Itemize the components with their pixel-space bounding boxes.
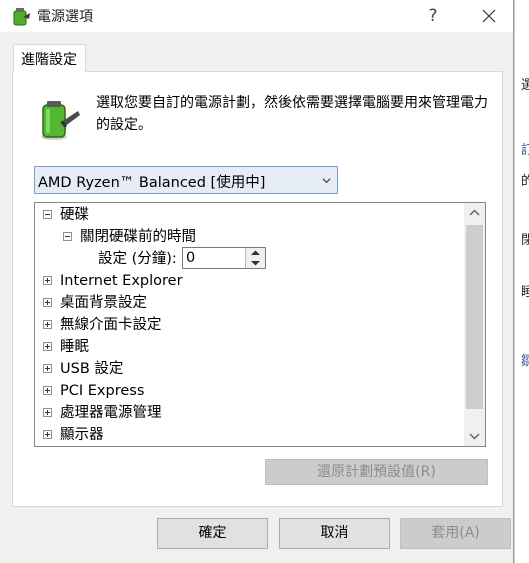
tree-item-label: 桌面背景設定 (60, 295, 147, 311)
setting-label: 設定 (分鐘): (98, 251, 177, 267)
background-text: 睡 (521, 285, 529, 300)
tree-item-label: 顯示器 (60, 427, 104, 443)
expand-icon[interactable] (43, 364, 52, 373)
scroll-down-button[interactable] (464, 426, 485, 446)
arrow-down-icon (251, 261, 260, 266)
collapse-icon[interactable] (43, 210, 52, 219)
background-text: 訂 (521, 143, 529, 158)
expand-icon[interactable] (43, 320, 52, 329)
chevron-down-icon (469, 433, 480, 440)
scrollbar-thumb[interactable] (466, 225, 483, 409)
ok-button[interactable]: 確定 (157, 518, 268, 549)
expand-icon[interactable] (43, 342, 52, 351)
minutes-spinner[interactable]: 0 (182, 247, 266, 269)
power-options-dialog: 電源選項 ? 進階設定 選取您要自訂的電源計劃，然後依需要選擇電腦要用來管理電力… (0, 0, 514, 563)
close-icon (482, 9, 496, 23)
power-plan-icon (13, 8, 30, 26)
background-text: 的 (521, 174, 529, 189)
tree-item-label: 處理器電源管理 (60, 405, 162, 421)
close-button[interactable] (470, 2, 508, 30)
restore-defaults-button[interactable]: 還原計劃預設值(R) (265, 459, 488, 485)
tree-item-label: 硬碟 (60, 207, 89, 223)
chevron-up-icon (469, 209, 480, 216)
arrow-up-icon (251, 250, 260, 255)
power-plan-value: AMD Ryzen™ Balanced [使用中] (38, 175, 266, 191)
background-window: 選 訂 的 閉 睡 鄒 (514, 0, 529, 563)
spin-down-button[interactable] (246, 258, 265, 268)
expand-icon[interactable] (43, 408, 52, 417)
tab-advanced-settings[interactable]: 進階設定 (13, 44, 86, 72)
expand-icon[interactable] (43, 276, 52, 285)
tab-label: 進階設定 (21, 52, 77, 68)
collapse-icon[interactable] (63, 232, 72, 241)
expand-icon[interactable] (43, 430, 52, 439)
chevron-down-icon (322, 178, 331, 184)
tree-item-label: 睡眠 (60, 339, 89, 355)
battery-plan-icon (41, 101, 80, 140)
vertical-scrollbar[interactable] (464, 203, 485, 446)
help-button[interactable]: ? (420, 2, 446, 30)
tree-item-label: USB 設定 (60, 361, 124, 377)
background-text: 選 (521, 78, 529, 93)
tree-item-label: PCI Express (60, 383, 145, 399)
settings-tree[interactable]: 硬碟 關閉硬碟前的時間 設定 (分鐘): 0 Internet Explorer (34, 202, 486, 447)
expand-icon[interactable] (43, 386, 52, 395)
scroll-up-button[interactable] (464, 203, 485, 223)
background-text: 閉 (521, 233, 529, 248)
tree-item-label: Internet Explorer (60, 273, 183, 289)
tree-item-label: 關閉硬碟前的時間 (80, 229, 196, 245)
expand-icon[interactable] (43, 298, 52, 307)
power-plan-select[interactable]: AMD Ryzen™ Balanced [使用中] (34, 166, 338, 194)
minutes-value[interactable]: 0 (186, 248, 195, 268)
cancel-button[interactable]: 取消 (279, 518, 390, 549)
tree-item-label: 無線介面卡設定 (60, 317, 162, 333)
title-bar[interactable]: 電源選項 ? (0, 0, 513, 32)
apply-button[interactable]: 套用(A) (400, 518, 511, 549)
plan-description: 選取您要自訂的電源計劃，然後依需要選擇電腦要用來管理電力的設定。 (96, 95, 488, 133)
window-title: 電源選項 (37, 9, 93, 25)
background-text: 鄒 (521, 354, 529, 369)
